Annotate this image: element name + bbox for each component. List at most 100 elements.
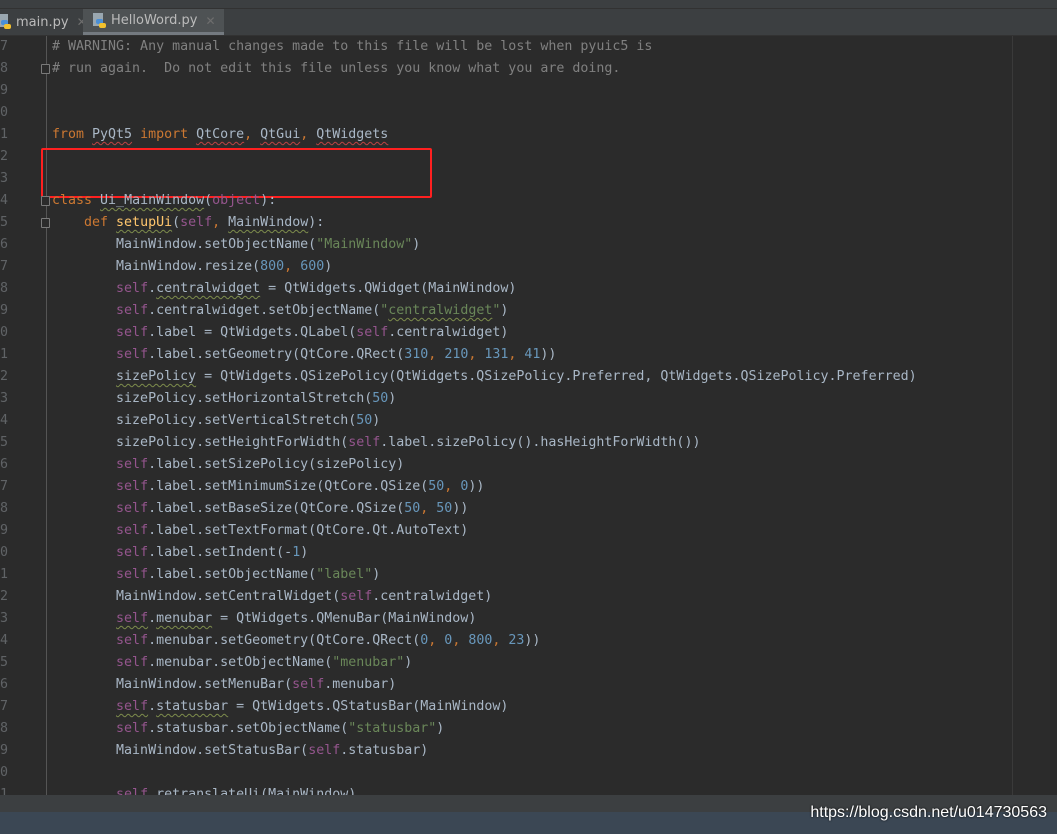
code-token: 50 — [436, 501, 453, 516]
tab-main-py[interactable]: main.py ✕ — [0, 9, 87, 35]
code-line[interactable]: 7 # WARNING: Any manual changes made to t… — [0, 36, 1057, 58]
code-token: = QtWidgets.QWidget(MainWindow) — [260, 281, 517, 296]
tab-label: HelloWord.py — [111, 13, 198, 28]
code-line[interactable]: 4 class Ui_MainWindow(object): — [0, 190, 1057, 212]
line-number: 6 — [0, 457, 8, 472]
code-line[interactable]: 6 MainWindow.setObjectName("MainWindow") — [0, 234, 1057, 256]
code-line[interactable]: 8 # run again. Do not edit this file unle… — [0, 58, 1057, 80]
code-token: self — [116, 545, 149, 560]
code-token: .label.setSizePolicy(sizePolicy) — [148, 457, 405, 472]
code-line[interactable]: 9 MainWindow.setStatusBar(self.statusbar… — [0, 740, 1057, 762]
code-editor[interactable]: 7 # WARNING: Any manual changes made to t… — [0, 36, 1057, 795]
code-line[interactable]: 8 self.statusbar.setObjectName("statusba… — [0, 718, 1057, 740]
line-number: 4 — [0, 413, 8, 428]
code-text: self.menubar.setObjectName("menubar") — [52, 652, 412, 674]
code-token: .label.setIndent(- — [148, 545, 293, 560]
code-text: # run again. Do not edit this file unles… — [52, 58, 620, 80]
code-text: self.label.setIndent(-1) — [52, 542, 308, 564]
code-text: self.centralwidget.setObjectName("centra… — [52, 300, 508, 322]
code-line[interactable]: 7 MainWindow.resize(800, 600) — [0, 256, 1057, 278]
code-line[interactable]: 7 self.statusbar = QtWidgets.QStatusBar(… — [0, 696, 1057, 718]
code-line[interactable]: 0 self.label.setIndent(-1) — [0, 542, 1057, 564]
code-text: self.label.setGeometry(QtCore.QRect(310,… — [52, 344, 556, 366]
code-token: 131 — [484, 347, 509, 362]
line-number: 9 — [0, 303, 8, 318]
code-line[interactable]: 3 sizePolicy.setHorizontalStretch(50) — [0, 388, 1057, 410]
code-token: , — [468, 347, 485, 362]
code-line[interactable]: 2 — [0, 146, 1057, 168]
fold-marker-icon[interactable] — [41, 196, 50, 206]
code-token: . — [148, 699, 157, 714]
code-line[interactable]: 5 self.menubar.setObjectName("menubar") — [0, 652, 1057, 674]
code-token: menubar — [156, 611, 213, 626]
line-number: 0 — [0, 765, 8, 780]
line-number: 0 — [0, 545, 8, 560]
code-token: self — [116, 567, 149, 582]
code-line[interactable]: 9 self.label.setTextFormat(QtCore.Qt.Aut… — [0, 520, 1057, 542]
line-number: 6 — [0, 677, 8, 692]
line-number: 6 — [0, 237, 8, 252]
code-token: sizePolicy.setVerticalStretch( — [52, 413, 357, 428]
code-line[interactable]: 6 MainWindow.setMenuBar(self.menubar) — [0, 674, 1057, 696]
code-token: .label.setBaseSize(QtCore.QSize( — [148, 501, 405, 516]
code-line[interactable]: 5 sizePolicy.setHeightForWidth(self.labe… — [0, 432, 1057, 454]
code-token: .menubar.setObjectName( — [148, 655, 333, 670]
code-token: ) — [372, 567, 381, 582]
code-line[interactable]: 2 sizePolicy = QtWidgets.QSizePolicy(QtW… — [0, 366, 1057, 388]
code-line[interactable]: 9 self.centralwidget.setObjectName("cent… — [0, 300, 1057, 322]
code-line[interactable]: 1 self.label.setGeometry(QtCore.QRect(31… — [0, 344, 1057, 366]
fold-marker-icon[interactable] — [41, 218, 50, 228]
code-line[interactable]: 1 self.label.setObjectName("label") — [0, 564, 1057, 586]
code-line[interactable]: 8 self.centralwidget = QtWidgets.QWidget… — [0, 278, 1057, 300]
code-line[interactable]: 8 self.label.setBaseSize(QtCore.QSize(50… — [0, 498, 1057, 520]
code-line[interactable]: 4 self.menubar.setGeometry(QtCore.QRect(… — [0, 630, 1057, 652]
code-line[interactable]: 3 — [0, 168, 1057, 190]
code-line[interactable]: 9 — [0, 80, 1057, 102]
code-token: self — [116, 633, 149, 648]
code-token: 800 — [260, 259, 285, 274]
code-line[interactable]: 7 self.label.setMinimumSize(QtCore.QSize… — [0, 476, 1057, 498]
code-token: # WARNING: Any manual changes made to th… — [52, 39, 653, 54]
code-token: MainWindow.setCentralWidget( — [52, 589, 341, 604]
code-token: self — [116, 303, 149, 318]
code-token: . — [148, 281, 157, 296]
code-line[interactable]: 6 self.label.setSizePolicy(sizePolicy) — [0, 454, 1057, 476]
code-line[interactable]: 0 — [0, 762, 1057, 784]
code-token: # run again. Do not edit this file unles… — [52, 61, 621, 76]
code-line[interactable]: 3 self.menubar = QtWidgets.QMenuBar(Main… — [0, 608, 1057, 630]
code-line[interactable]: 1 from PyQt5 import QtCore, QtGui, QtWidg… — [0, 124, 1057, 146]
code-token: , — [508, 347, 525, 362]
code-token: ) — [324, 259, 333, 274]
tab-helloword-py[interactable]: HelloWord.py ✕ — [83, 9, 224, 35]
code-token: .statusbar) — [340, 743, 429, 758]
code-token: ) — [436, 721, 445, 736]
line-number: 7 — [0, 479, 8, 494]
code-line[interactable]: 2 MainWindow.setCentralWidget(self.centr… — [0, 586, 1057, 608]
watermark: https://blog.csdn.net/u014730563 — [810, 804, 1047, 821]
line-number: 1 — [0, 127, 8, 142]
tab-label: main.py — [16, 14, 69, 30]
code-line[interactable]: 5 def setupUi(self, MainWindow): — [0, 212, 1057, 234]
close-icon[interactable]: ✕ — [205, 14, 215, 28]
code-token: setupUi — [116, 215, 173, 230]
code-token: self — [308, 743, 341, 758]
code-token: ) — [300, 545, 309, 560]
code-line[interactable]: 0 — [0, 102, 1057, 124]
code-token: , — [444, 479, 461, 494]
code-line[interactable]: 1 self.retranslateUi(MainWindow) — [0, 784, 1057, 795]
fold-marker-icon[interactable] — [41, 64, 50, 74]
code-text: self.retranslateUi(MainWindow) — [52, 784, 356, 795]
code-token: ( — [204, 193, 213, 208]
code-text: MainWindow.setCentralWidget(self.central… — [52, 586, 492, 608]
code-token: 23 — [508, 633, 525, 648]
code-token: .menubar) — [324, 677, 397, 692]
code-token: object — [212, 193, 261, 208]
code-line[interactable]: 4 sizePolicy.setVerticalStretch(50) — [0, 410, 1057, 432]
code-line[interactable]: 0 self.label = QtWidgets.QLabel(self.cen… — [0, 322, 1057, 344]
code-text: MainWindow.setMenuBar(self.menubar) — [52, 674, 396, 696]
